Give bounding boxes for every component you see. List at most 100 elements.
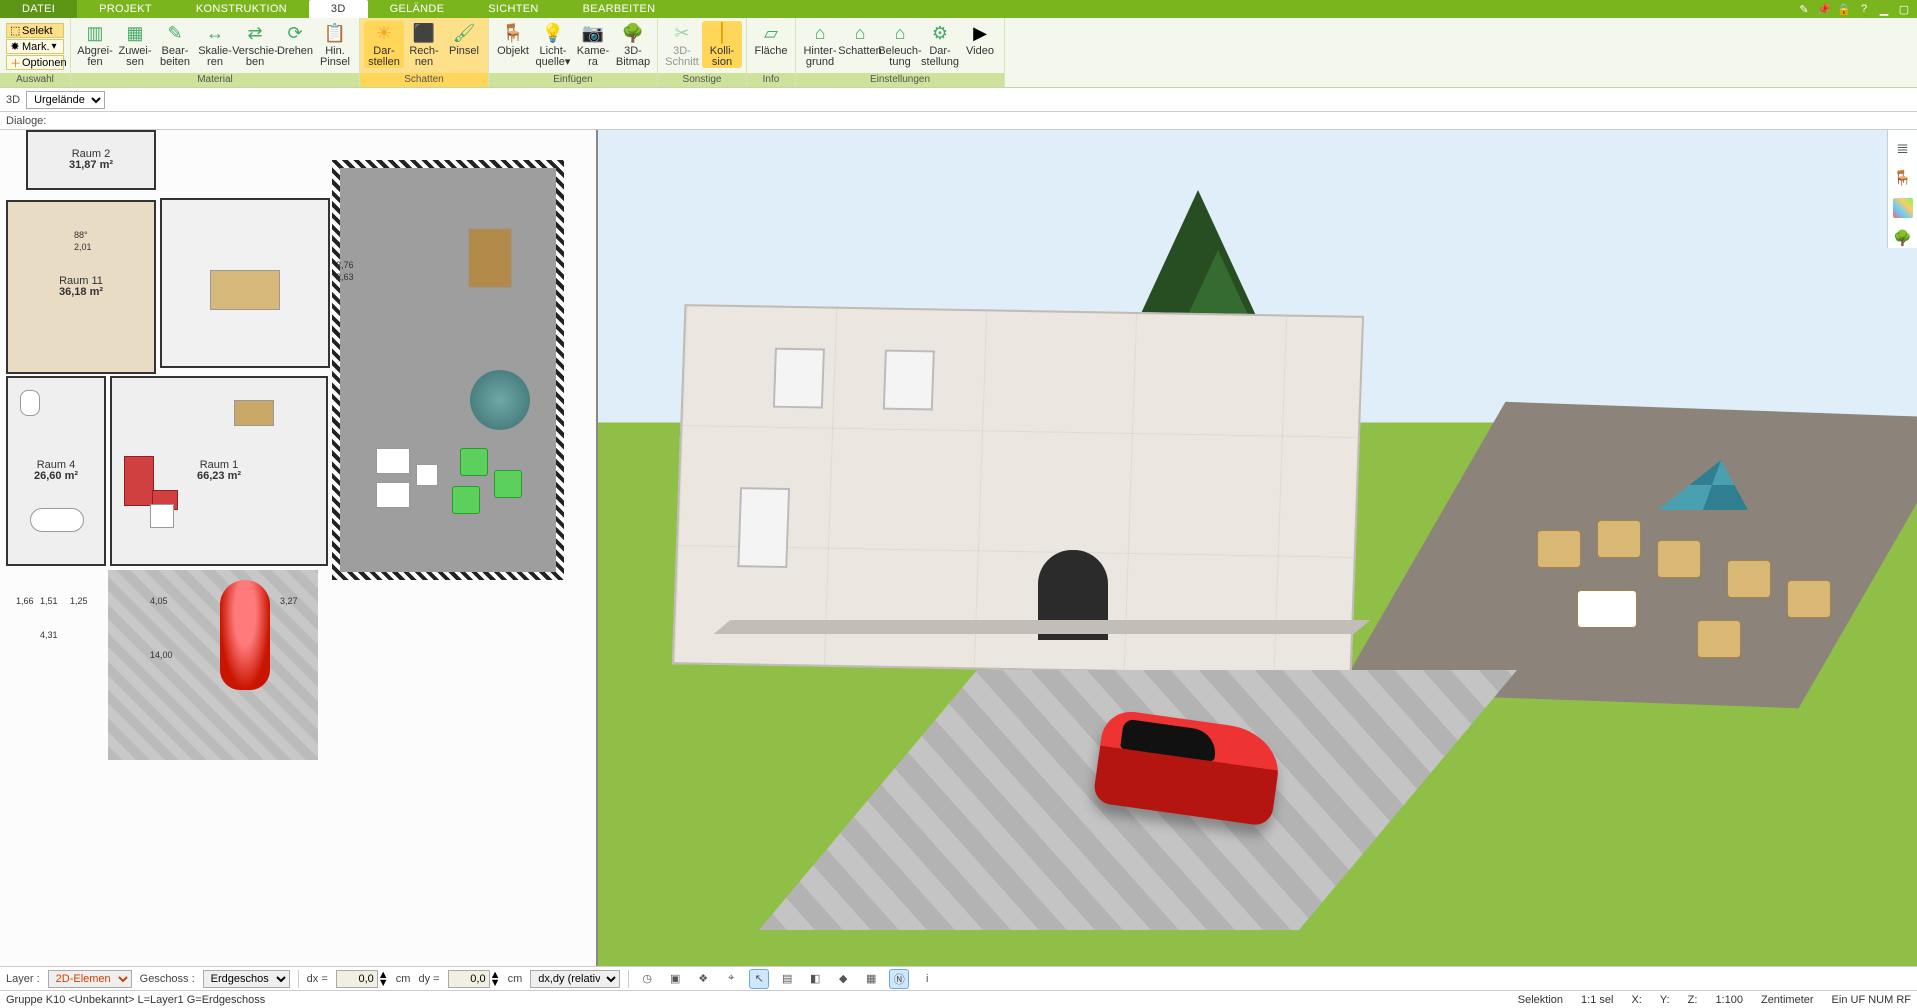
ribbon-group-material: ▥Abgrei-fen ▦Zuwei-sen ✎Bear-beiten ↔Ska…	[71, 18, 360, 87]
menu-tab-datei[interactable]: DATEI	[0, 0, 77, 18]
ribbon-btn-kamera[interactable]: 📷Kame-ra	[573, 21, 613, 68]
cursor-icon: ⬚	[10, 24, 20, 37]
floor-select[interactable]: Erdgeschos	[203, 970, 290, 988]
terrain-select[interactable]: Urgelände	[26, 91, 105, 109]
status-flags: Ein UF NUM RF	[1832, 994, 1911, 1006]
ribbon-btn-darstellung[interactable]: ⚙Dar-stellung	[920, 21, 960, 68]
tb-screen-icon[interactable]: ▣	[665, 969, 685, 989]
coord-mode-select[interactable]: dx,dy (relativ ka	[530, 970, 620, 988]
dy-input[interactable]	[448, 970, 490, 988]
help-icon[interactable]: ?	[1857, 2, 1871, 16]
ribbon-btn-rechnen[interactable]: ⬛Rech-nen	[404, 21, 444, 68]
tb-snap-icon[interactable]: ⌖	[721, 969, 741, 989]
tb-grid-icon[interactable]: ▦	[861, 969, 881, 989]
ribbon-btn-3dbitmap[interactable]: 🌳3D-Bitmap	[613, 21, 653, 68]
dining-table[interactable]	[210, 270, 280, 310]
ribbon-btn-schatten[interactable]: ⌂Schatten	[840, 21, 880, 57]
tb-group-icon[interactable]: ❖	[693, 969, 713, 989]
garden-chair[interactable]	[460, 448, 488, 476]
ribbon-btn-hinpinsel[interactable]: 📋Hin.Pinsel	[315, 21, 355, 68]
tb-clock-icon[interactable]: ◷	[637, 969, 657, 989]
menu-tab-3d[interactable]: 3D	[309, 0, 368, 18]
coffee-table[interactable]	[150, 504, 174, 528]
tb-info-icon[interactable]: i	[917, 969, 937, 989]
ribbon-btn-verschieben[interactable]: ⇄Verschie-ben	[235, 21, 275, 68]
ribbon-btn-zuweisen[interactable]: ▦Zuwei-sen	[115, 21, 155, 68]
lounge-chair[interactable]	[376, 482, 410, 508]
car-2d[interactable]	[220, 580, 270, 690]
tb-cube-icon[interactable]: ◆	[833, 969, 853, 989]
ribbon-btn-flaeche[interactable]: ▱Fläche	[751, 21, 791, 57]
status-bar: Gruppe K10 <Unbekannt> L=Layer1 G=Erdges…	[0, 990, 1917, 1008]
ribbon-btn-darstellen[interactable]: ☀Dar-stellen	[364, 21, 404, 68]
room-2[interactable]: Raum 231,87 m²	[26, 130, 156, 190]
menu-tab-gelaende[interactable]: GELÄNDE	[368, 0, 467, 18]
dy-unit: cm	[508, 973, 523, 985]
ribbon-btn-beleuchtung[interactable]: ⌂Beleuch-tung	[880, 21, 920, 68]
tb-hatch-icon[interactable]: ▤	[777, 969, 797, 989]
ribbon-btn-kollision[interactable]: ⎮Kolli-sion	[702, 21, 742, 68]
tb-layer-icon[interactable]: ◧	[805, 969, 825, 989]
room-11[interactable]: Raum 1136,18 m²	[6, 200, 156, 374]
terrace-bench[interactable]	[468, 228, 512, 288]
ribbon-btn-abgreifen[interactable]: ▥Abgrei-fen	[75, 21, 115, 68]
desk[interactable]	[234, 400, 274, 426]
sun-icon: ☀	[371, 21, 397, 45]
area-icon: ▱	[758, 21, 784, 45]
ribbon-btn-bearbeiten[interactable]: ✎Bear-beiten	[155, 21, 195, 68]
ribbon-btn-lichtquelle[interactable]: 💡Licht-quelle▾	[533, 21, 573, 68]
menu-tab-konstruktion[interactable]: KONSTRUKTION	[174, 0, 309, 18]
palette-icon[interactable]	[1893, 198, 1913, 218]
plant-icon[interactable]: 🌳	[1893, 228, 1913, 248]
ribbon-btn-pinsel[interactable]: 🖌Pinsel	[444, 21, 484, 57]
maximize-icon[interactable]: ▢	[1897, 2, 1911, 16]
assign-icon: ▦	[122, 21, 148, 45]
pen-icon[interactable]: ✎	[1797, 2, 1811, 16]
umbrella-2d[interactable]	[470, 370, 530, 430]
dx-input[interactable]	[336, 970, 378, 988]
ribbon-btn-objekt[interactable]: 🪑Objekt	[493, 21, 533, 57]
ribbon-btn-mark[interactable]: ✸Mark.▾	[6, 39, 64, 54]
lock-icon[interactable]: 🔒	[1837, 2, 1851, 16]
sofa[interactable]	[124, 456, 154, 506]
status-z: Z:	[1688, 994, 1698, 1006]
garden-chair[interactable]	[452, 486, 480, 514]
lounge-chair[interactable]	[376, 448, 410, 474]
tb-cursor-icon[interactable]: ↖	[749, 969, 769, 989]
garden-chair[interactable]	[494, 470, 522, 498]
side-table[interactable]	[416, 464, 438, 486]
ribbon-group-sonstige: ✂3D-Schnitt ⎮Kolli-sion Sonstige	[658, 18, 747, 87]
dy-label: dy =	[418, 973, 439, 985]
menu-tab-sichten[interactable]: SICHTEN	[466, 0, 560, 18]
patio-furniture	[1527, 520, 1847, 670]
settings-icon: ⚙	[927, 21, 953, 45]
ribbon-btn-3dschnitt[interactable]: ✂3D-Schnitt	[662, 21, 702, 68]
pin-icon[interactable]: 📌	[1817, 2, 1831, 16]
ribbon-group-einfuegen: 🪑Objekt 💡Licht-quelle▾ 📷Kame-ra 🌳3D-Bitm…	[489, 18, 658, 87]
ribbon-btn-skalieren[interactable]: ↔Skalie-ren	[195, 21, 235, 68]
menu-tab-bearbeiten[interactable]: BEARBEITEN	[561, 0, 678, 18]
play-icon: ▶	[967, 21, 993, 45]
ribbon-btn-drehen[interactable]: ⟳Drehen	[275, 21, 315, 57]
layer-select[interactable]: 2D-Elemen	[48, 970, 132, 988]
minimize-icon[interactable]: ▁	[1877, 2, 1891, 16]
ribbon-group-einstellungen: ⌂Hinter-grund ⌂Schatten ⌂Beleuch-tung ⚙D…	[796, 18, 1005, 87]
furniture-icon[interactable]: 🪑	[1893, 168, 1913, 188]
ribbon-group-label: Einstellungen	[796, 73, 1004, 87]
viewport-3d[interactable]: ≣ 🪑 🌳	[598, 130, 1917, 966]
scale-icon: ↔	[202, 21, 228, 45]
viewport-2d[interactable]: Raum 231,87 m² Raum 1136,18 m² Raum 545,…	[0, 130, 598, 966]
toilet[interactable]	[20, 390, 40, 416]
dim-label: 1,51	[40, 596, 58, 606]
tb-north-icon[interactable]: Ⓝ	[889, 969, 909, 989]
ribbon-btn-optionen[interactable]: ＋Optionen	[6, 55, 64, 70]
bathtub[interactable]	[30, 508, 84, 532]
ribbon-btn-selekt[interactable]: ⬚Selekt	[6, 23, 64, 38]
ribbon-btn-hintergrund[interactable]: ⌂Hinter-grund	[800, 21, 840, 68]
section-icon: ✂	[669, 21, 695, 45]
menu-tab-projekt[interactable]: PROJEKT	[77, 0, 174, 18]
layers-icon[interactable]: ≣	[1893, 138, 1913, 158]
terrace[interactable]	[332, 160, 564, 580]
ribbon-btn-video[interactable]: ▶Video	[960, 21, 1000, 57]
status-x: X:	[1631, 994, 1641, 1006]
